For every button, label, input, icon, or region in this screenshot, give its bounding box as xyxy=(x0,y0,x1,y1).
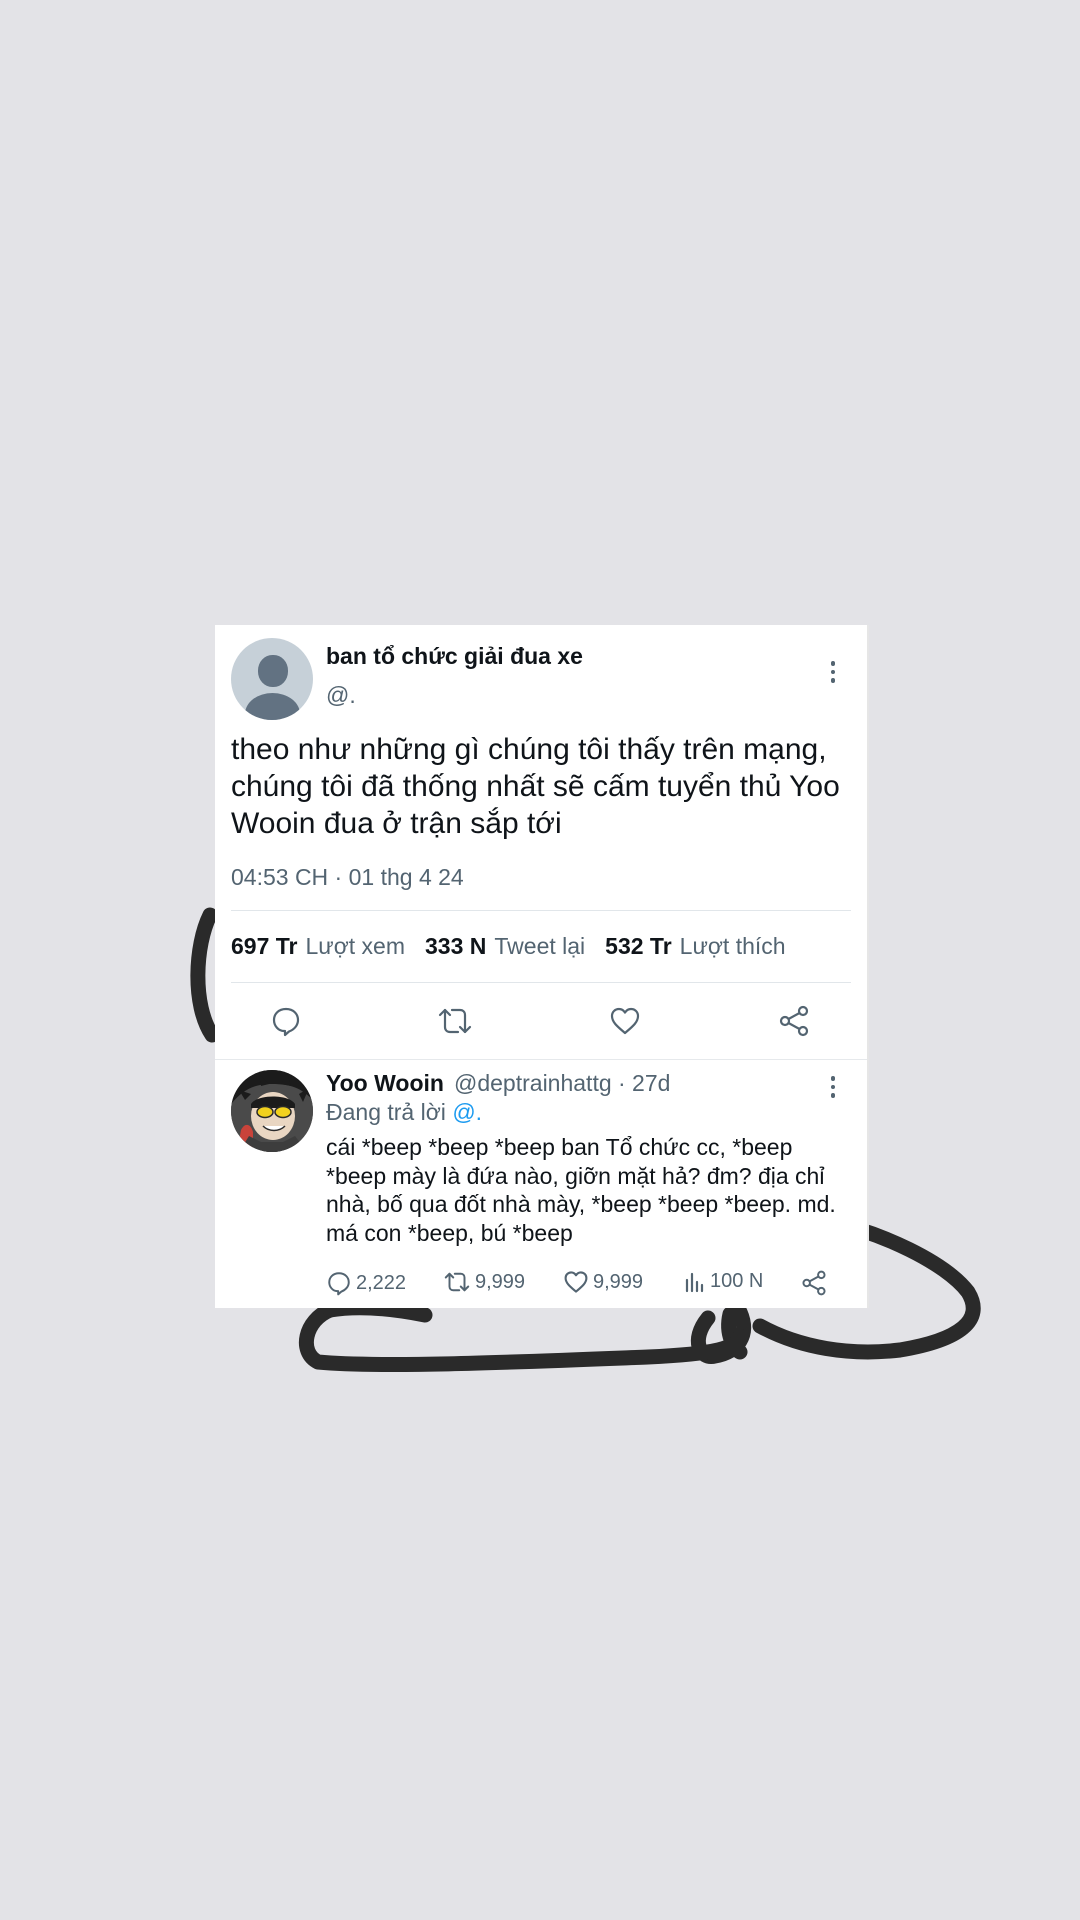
reply-text: cái *beep *beep *beep ban Tổ chức cc, *b… xyxy=(326,1134,836,1246)
retweets-count: 333 N xyxy=(425,933,487,959)
retweet-icon[interactable] xyxy=(435,1001,475,1041)
reply-retweets-count: 9,999 xyxy=(475,1270,526,1293)
avatar-head-shape xyxy=(258,655,288,687)
tweet-text: theo như những gì chúng tôi thấy trên mạ… xyxy=(231,733,840,840)
like-icon[interactable] xyxy=(605,1001,645,1041)
author-name[interactable]: ban tổ chức giải đua xe xyxy=(326,643,583,670)
tweet-card: ban tổ chức giải đua xe @. theo như nhữn… xyxy=(215,625,869,1308)
reply-likes-count: 9,999 xyxy=(593,1270,644,1293)
share-icon[interactable] xyxy=(774,1001,814,1041)
reply-replies-count: 2,222 xyxy=(356,1271,407,1294)
tweet-stats: 697 Tr Lượt xem 333 N Tweet lại 532 Tr Lượt t… xyxy=(231,933,786,960)
views-label: Lượt xem xyxy=(305,933,406,959)
replying-to-mention[interactable]: @. xyxy=(452,1099,482,1125)
divider xyxy=(231,910,851,911)
replying-to-label: Đang trả lời xyxy=(326,1099,446,1125)
reply-icon[interactable] xyxy=(266,1001,306,1041)
views-icon xyxy=(685,1272,704,1292)
retweets-stat[interactable]: 333 N Tweet lại xyxy=(425,933,585,959)
views-stat[interactable]: 697 Tr Lượt xem xyxy=(231,933,405,959)
author-avatar[interactable] xyxy=(231,638,313,720)
divider xyxy=(215,1059,867,1060)
reply-retweet-button[interactable]: 9,999 xyxy=(443,1270,525,1294)
reply-share-button[interactable] xyxy=(801,1270,831,1296)
retweets-label: Tweet lại xyxy=(494,933,586,959)
screen: ban tổ chức giải đua xe @. theo như nhữn… xyxy=(0,0,1080,1920)
reply-like-button[interactable]: 9,999 xyxy=(563,1270,643,1294)
like-icon xyxy=(564,1271,588,1293)
reply-views-button[interactable]: 100 N xyxy=(684,1270,763,1293)
avatar-shoulders-shape xyxy=(245,693,300,720)
views-count: 697 Tr xyxy=(231,933,298,959)
divider xyxy=(231,982,851,983)
reply-author-avatar[interactable] xyxy=(231,1070,313,1152)
likes-label: Lượt thích xyxy=(679,933,786,959)
reply-author-handle-time[interactable]: @deptrainhattg · 27d xyxy=(454,1070,670,1097)
likes-count: 532 Tr xyxy=(605,933,672,959)
reply-icon xyxy=(328,1272,350,1296)
author-handle[interactable]: @. xyxy=(326,682,356,709)
retweet-icon xyxy=(444,1272,470,1292)
reply-more-options-icon[interactable] xyxy=(823,1070,843,1104)
share-icon xyxy=(802,1270,826,1296)
reply-author-name[interactable]: Yoo Wooin xyxy=(326,1070,444,1097)
reply-views-count: 100 N xyxy=(710,1270,764,1292)
likes-stat[interactable]: 532 Tr Lượt thích xyxy=(605,933,785,959)
tweet-timestamp[interactable]: 04:53 CH · 01 thg 4 24 xyxy=(231,864,464,891)
more-options-icon[interactable] xyxy=(823,655,843,689)
replying-to: Đang trả lời @. xyxy=(326,1099,482,1126)
reply-reply-button[interactable]: 2,222 xyxy=(326,1270,406,1296)
